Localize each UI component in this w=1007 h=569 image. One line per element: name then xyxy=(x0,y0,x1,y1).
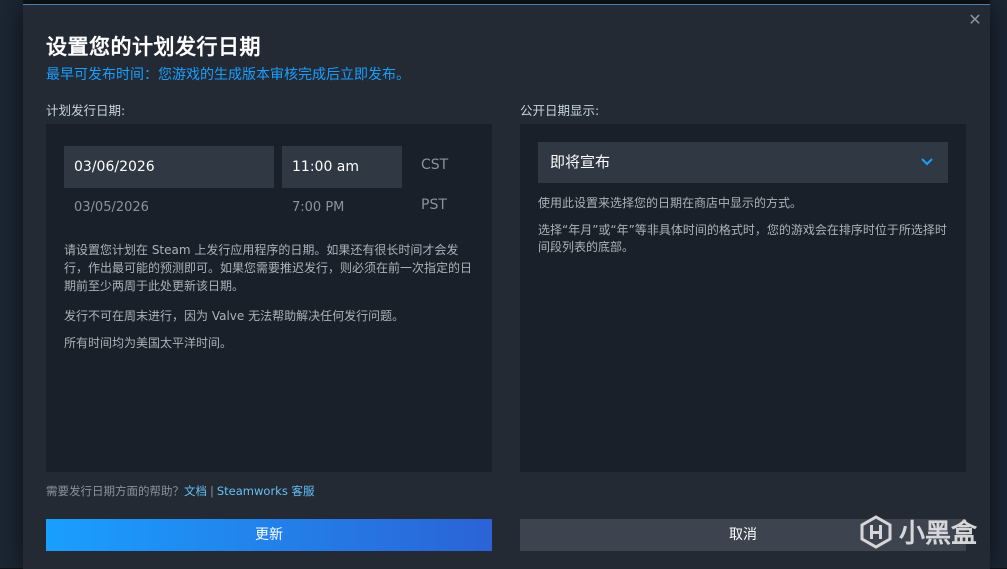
alt-time-value: 7:00 PM xyxy=(292,200,345,215)
docs-link[interactable]: 文档 xyxy=(184,484,207,498)
help-line: 需要发行日期方面的帮助？文档 | Steamworks 客服 xyxy=(46,483,314,499)
watermark: 小黑盒 xyxy=(859,513,977,550)
timezone-notice: 所有时间均为美国太平洋时间。 xyxy=(64,336,233,350)
date-display-hint: 使用此设置来选择您的日期在商店中显示的方式。 xyxy=(538,196,803,210)
alt-date-value: 03/05/2026 xyxy=(74,200,149,215)
chevron-down-icon xyxy=(921,158,933,166)
timezone-alt: PST xyxy=(421,197,447,213)
release-time-input[interactable]: 11:00 am xyxy=(282,146,402,188)
close-icon[interactable]: ✕ xyxy=(966,11,984,29)
timezone-primary: CST xyxy=(421,157,449,173)
public-date-panel: 即将宣布 使用此设置来选择您的日期在商店中显示的方式。 选择“年月”或“年”等非… xyxy=(520,124,966,472)
date-display-select[interactable]: 即将宣布 xyxy=(538,142,948,183)
help-separator: | xyxy=(210,484,214,498)
help-text: 需要发行日期方面的帮助？ xyxy=(46,484,184,498)
public-date-display-label: 公开日期显示: xyxy=(520,103,600,118)
date-display-sort-note: 选择“年月”或“年”等非具体时间的格式时，您的游戏会在排序时位于所选择时间段列表… xyxy=(538,223,947,254)
heybox-logo-icon xyxy=(860,514,892,549)
update-button[interactable]: 更新 xyxy=(46,519,492,551)
release-date-input[interactable]: 03/06/2026 xyxy=(64,146,274,188)
dialog-title: 设置您的计划发行日期 xyxy=(46,35,261,59)
release-date-instructions: 请设置您计划在 Steam 上发行应用程序的日期。如果还有很长时间才会发行，作出… xyxy=(64,243,473,293)
dialog-subtitle: 最早可发布时间：您游戏的生成版本审核完成后立即发布。 xyxy=(46,67,410,83)
steamworks-support-link[interactable]: Steamworks 客服 xyxy=(217,484,315,498)
release-date-label: 计划发行日期: xyxy=(46,103,126,118)
background-page-right xyxy=(990,0,1007,568)
release-date-panel: 03/06/2026 11:00 am CST 03/05/2026 7:00 … xyxy=(46,124,492,472)
weekend-notice: 发行不可在周末进行，因为 Valve 无法帮助解决任何发行问题。 xyxy=(64,309,405,323)
watermark-text: 小黑盒 xyxy=(898,519,977,549)
release-date-dialog: ✕ 设置您的计划发行日期 最早可发布时间：您游戏的生成版本审核完成后立即发布。 … xyxy=(23,4,990,569)
date-display-selected-value: 即将宣布 xyxy=(550,153,611,171)
background-page-left xyxy=(0,0,23,568)
